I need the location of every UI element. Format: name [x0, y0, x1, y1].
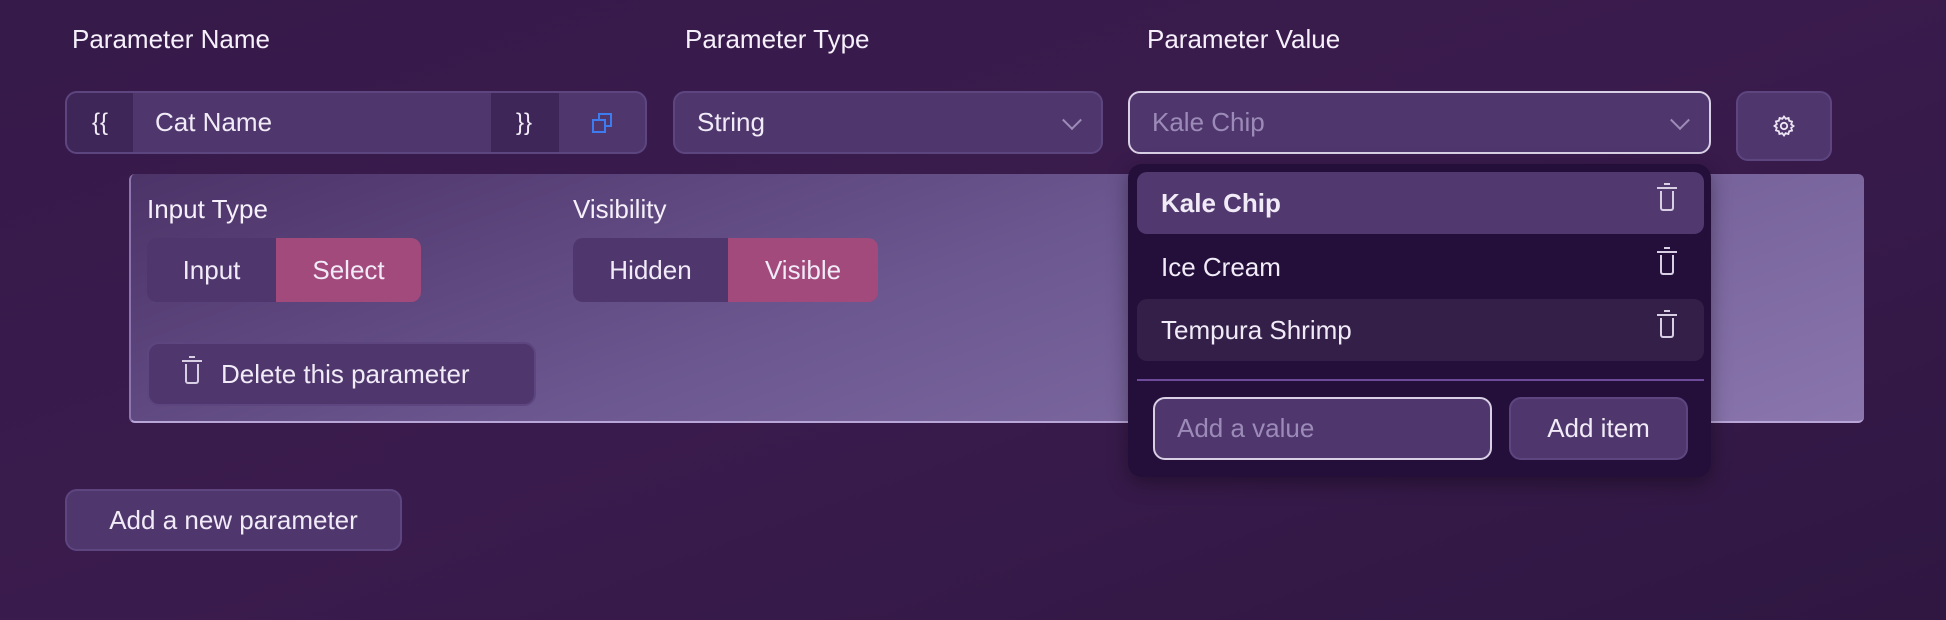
parameter-type-select[interactable]: String [673, 91, 1103, 154]
open-brace: {{ [67, 93, 133, 152]
copy-button[interactable] [557, 93, 645, 152]
parameter-value-header: Parameter Value [1147, 24, 1341, 54]
parameter-value-select[interactable]: Kale Chip [1128, 91, 1711, 154]
chevron-down-icon [1062, 109, 1082, 130]
input-type-label: Input Type [147, 194, 268, 224]
parameter-name-input[interactable]: Cat Name [133, 93, 491, 152]
settings-button[interactable] [1736, 91, 1832, 161]
add-item-button[interactable]: Add item [1509, 397, 1688, 460]
type-value: String [697, 107, 765, 137]
trash-icon[interactable] [1657, 247, 1677, 275]
dropdown-item[interactable]: Kale Chip [1137, 172, 1704, 234]
add-parameter-button[interactable]: Add a new parameter [65, 489, 402, 551]
visibility-toggle: Hidden Visible [573, 238, 878, 302]
dropdown-item[interactable]: Tempura Shrimp [1137, 299, 1704, 361]
gear-icon [1772, 114, 1796, 138]
visibility-label: Visibility [573, 194, 667, 224]
input-type-toggle: Input Select [147, 238, 421, 302]
close-brace: }} [491, 93, 557, 152]
trash-icon[interactable] [1657, 183, 1677, 211]
trash-icon [182, 356, 202, 384]
dropdown-item[interactable]: Ice Cream [1137, 236, 1704, 298]
input-type-select[interactable]: Select [276, 238, 421, 302]
item-label: Tempura Shrimp [1161, 314, 1352, 345]
delete-parameter-button[interactable]: Delete this parameter [147, 342, 536, 406]
dropdown-divider [1137, 379, 1704, 381]
chevron-down-icon [1670, 109, 1690, 130]
value-selected: Kale Chip [1152, 107, 1265, 137]
trash-icon[interactable] [1657, 310, 1677, 338]
item-label: Ice Cream [1161, 251, 1281, 282]
delete-label: Delete this parameter [221, 358, 470, 389]
parameter-name-group: {{ Cat Name }} [65, 91, 647, 154]
copy-icon [592, 112, 612, 133]
add-value-input[interactable] [1153, 397, 1492, 460]
item-label: Kale Chip [1161, 187, 1281, 218]
input-type-input[interactable]: Input [147, 238, 276, 302]
parameter-name-header: Parameter Name [72, 24, 270, 54]
parameter-type-header: Parameter Type [685, 24, 870, 54]
visibility-visible[interactable]: Visible [728, 238, 878, 302]
visibility-hidden[interactable]: Hidden [573, 238, 728, 302]
